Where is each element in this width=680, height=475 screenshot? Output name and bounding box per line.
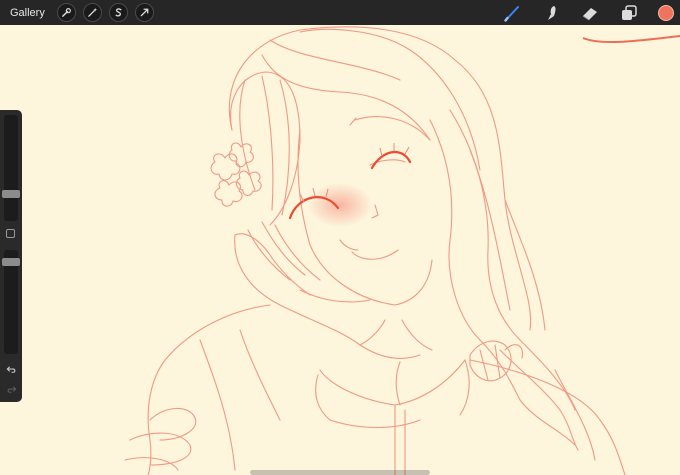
sketch-artwork: [0, 25, 680, 475]
redo-button[interactable]: [5, 383, 17, 395]
smudge-tool[interactable]: [541, 3, 561, 23]
brush-sidebar: [0, 110, 22, 402]
brush-icon: [504, 5, 519, 22]
brush-tool[interactable]: [502, 3, 522, 23]
selection-button[interactable]: [109, 3, 128, 22]
smudge-icon: [548, 5, 556, 20]
gallery-button[interactable]: Gallery: [10, 7, 50, 19]
drawing-canvas[interactable]: [0, 25, 680, 475]
redo-icon: [7, 385, 16, 393]
eraser-icon: [582, 7, 597, 20]
undo-button[interactable]: [5, 363, 17, 375]
brush-size-slider[interactable]: [4, 115, 18, 221]
selection-s-icon: [115, 8, 122, 17]
adjustments-button[interactable]: [83, 3, 102, 22]
magic-wand-icon: [88, 7, 98, 17]
bottom-drag-handle[interactable]: [250, 470, 430, 475]
layers-tool[interactable]: [619, 3, 639, 23]
eyedropper-square-button[interactable]: [6, 229, 15, 238]
color-picker-button[interactable]: [658, 4, 674, 21]
brush-size-thumb[interactable]: [2, 190, 20, 198]
opacity-thumb[interactable]: [2, 258, 20, 266]
eraser-tool[interactable]: [580, 3, 600, 23]
undo-icon: [6, 365, 15, 373]
transform-arrow-icon: [140, 8, 149, 17]
transform-button[interactable]: [135, 3, 154, 22]
layers-icon: [622, 4, 637, 20]
tool-group-right: [502, 0, 680, 25]
top-toolbar: Gallery: [0, 0, 680, 25]
actions-button[interactable]: [57, 3, 76, 22]
wrench-icon: [62, 8, 71, 17]
